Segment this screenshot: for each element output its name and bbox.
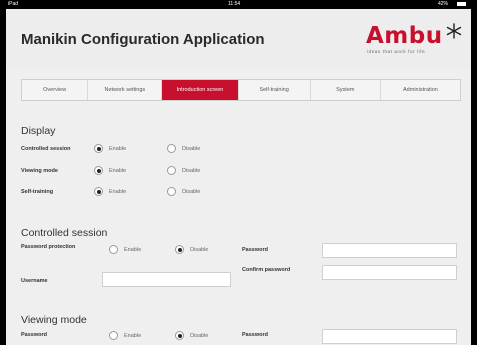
device-label: iPad <box>8 1 19 7</box>
option-label: Enable <box>109 167 127 174</box>
tab-administration[interactable]: Administration <box>381 80 460 100</box>
option-label: Enable <box>109 188 127 195</box>
option-label: Enable <box>109 145 127 152</box>
radio-unselected-icon[interactable] <box>167 187 176 196</box>
radio-selected-icon[interactable] <box>94 144 103 153</box>
battery-icon <box>457 2 466 6</box>
logo-tagline: ideas that work for life <box>367 49 426 54</box>
battery-level: 42% <box>438 1 449 7</box>
controlled-session-section-title: Controlled session <box>21 227 108 239</box>
viewing-password-disable[interactable]: Disable <box>175 331 208 340</box>
radio-unselected-icon[interactable] <box>167 144 176 153</box>
username-field[interactable] <box>102 272 231 287</box>
app-screen: Manikin Configuration Application Ambu i… <box>6 9 471 345</box>
radio-selected-icon[interactable] <box>175 331 184 340</box>
option-label: Disable <box>190 246 209 253</box>
tab-overview[interactable]: Overview <box>22 80 89 100</box>
password-protection-label: Password protection <box>21 244 76 250</box>
controlled-session-label: Controlled session <box>21 146 71 152</box>
status-bar: iPad 11:54 42% <box>6 0 471 9</box>
display-section-title: Display <box>21 125 56 137</box>
viewing-mode-enable[interactable]: Enable <box>94 166 126 175</box>
password-protection-enable[interactable]: Enable <box>109 245 141 254</box>
option-label: Disable <box>182 167 201 174</box>
option-label: Disable <box>190 332 209 339</box>
status-time: 11:54 <box>228 1 241 7</box>
self-training-disable[interactable]: Disable <box>167 187 200 196</box>
viewing-password-field[interactable] <box>322 329 457 344</box>
viewing-mode-label: Viewing mode <box>21 168 58 174</box>
self-training-enable[interactable]: Enable <box>94 187 126 196</box>
confirm-password-field[interactable] <box>322 265 457 280</box>
viewing-password-field-label: Password <box>242 332 268 338</box>
tab-introduction-screen[interactable]: Introduction screen <box>162 80 239 100</box>
option-label: Enable <box>124 246 142 253</box>
controlled-session-enable[interactable]: Enable <box>94 144 126 153</box>
viewing-password-label: Password <box>21 332 47 338</box>
radio-unselected-icon[interactable] <box>109 245 118 254</box>
password-label: Password <box>242 247 268 253</box>
radio-selected-icon[interactable] <box>94 166 103 175</box>
tab-self-training[interactable]: Self-training <box>239 80 311 100</box>
tab-system[interactable]: System <box>311 80 381 100</box>
radio-unselected-icon[interactable] <box>167 166 176 175</box>
tab-network-settings[interactable]: Network settings <box>88 80 163 100</box>
confirm-password-label: Confirm password <box>242 267 291 273</box>
radio-selected-icon[interactable] <box>175 245 184 254</box>
self-training-label: Self-training <box>21 189 54 195</box>
app-header: Manikin Configuration Application Ambu i… <box>6 9 471 69</box>
password-field[interactable] <box>322 243 457 258</box>
option-label: Enable <box>124 332 142 339</box>
password-protection-disable[interactable]: Disable <box>175 245 208 254</box>
star-icon <box>446 23 462 39</box>
radio-unselected-icon[interactable] <box>109 331 118 340</box>
option-label: Disable <box>182 188 201 195</box>
radio-selected-icon[interactable] <box>94 187 103 196</box>
page-title: Manikin Configuration Application <box>21 31 265 48</box>
device-frame: iPad 11:54 42% Manikin Configuration App… <box>6 0 471 345</box>
viewing-mode-section-title: Viewing mode <box>21 314 87 326</box>
option-label: Disable <box>182 145 201 152</box>
username-label: Username <box>21 278 48 284</box>
viewing-mode-disable[interactable]: Disable <box>167 166 200 175</box>
controlled-session-disable[interactable]: Disable <box>167 144 200 153</box>
viewing-password-enable[interactable]: Enable <box>109 331 141 340</box>
logo-wordmark: Ambu <box>366 23 443 49</box>
ambu-logo: Ambu ideas that work for life <box>366 23 462 59</box>
tab-bar: Overview Network settings Introduction s… <box>21 79 461 101</box>
